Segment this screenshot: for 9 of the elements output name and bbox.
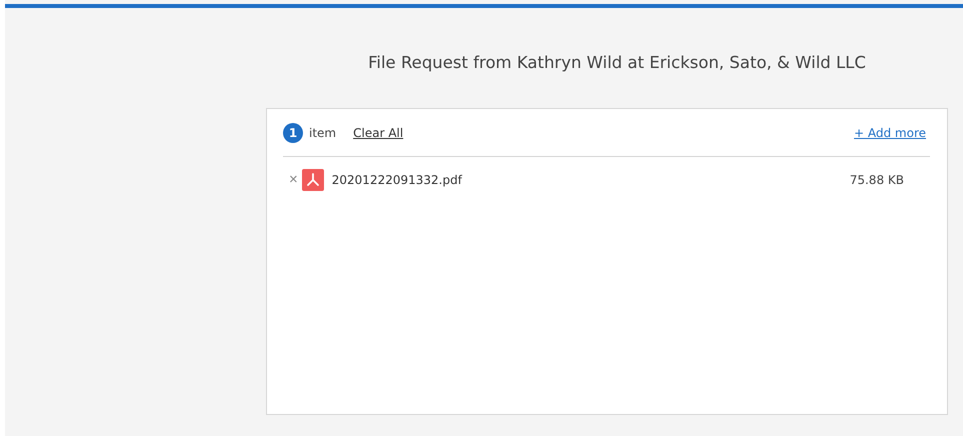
- item-count: 1: [283, 122, 303, 142]
- pdf-file-icon: [302, 168, 324, 190]
- file-name: 20201222091332.pdf: [332, 172, 462, 186]
- file-size: 75.88 KB: [850, 172, 904, 186]
- page-title: File Request from Kathryn Wild at Erickson, Sato, & Wild LLC: [367, 53, 867, 73]
- remove-button[interactable]: ×: [289, 171, 298, 188]
- clear-all-link[interactable]: Clear All: [353, 126, 404, 140]
- item-label: item: [309, 126, 336, 140]
- add-more-link[interactable]: + Add more: [854, 126, 926, 140]
